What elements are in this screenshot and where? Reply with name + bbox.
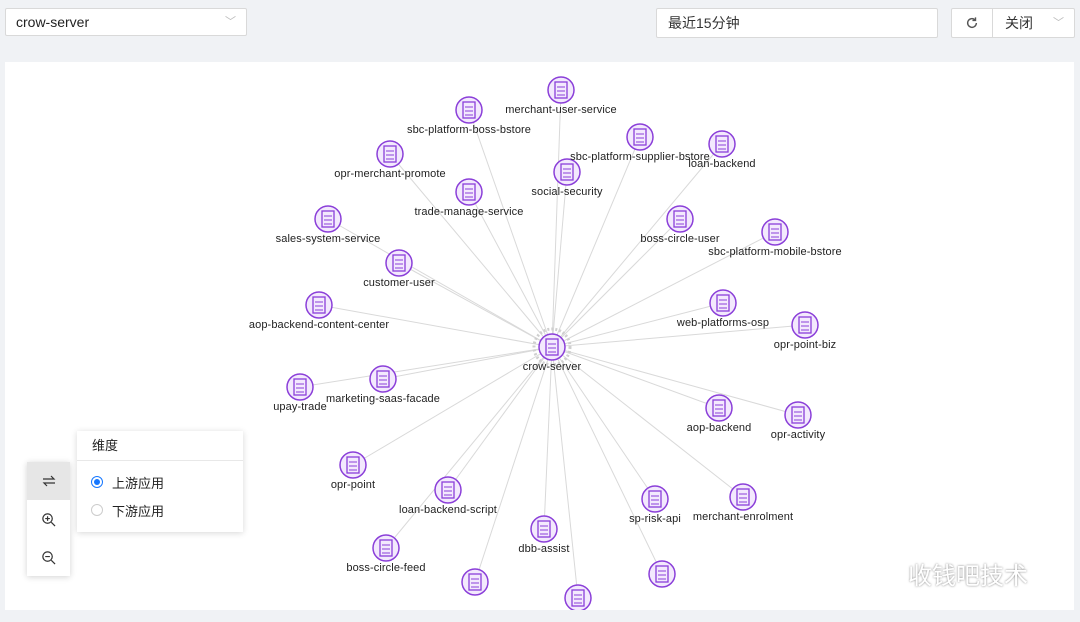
service-node-label: web-platforms-osp bbox=[676, 317, 770, 329]
graph-edge bbox=[551, 346, 799, 416]
service-node-icon[interactable] bbox=[369, 365, 397, 393]
service-node-label: customer-user bbox=[363, 277, 435, 289]
service-node-icon[interactable] bbox=[729, 483, 757, 511]
service-node-icon[interactable] bbox=[708, 130, 736, 158]
service-node-label: opr-point bbox=[330, 479, 376, 491]
dimension-panel: 维度 上游应用 下游应用 bbox=[77, 431, 243, 532]
service-node-icon[interactable] bbox=[530, 515, 558, 543]
service-node-icon[interactable] bbox=[461, 568, 489, 596]
downstream-option[interactable]: 下游应用 bbox=[91, 500, 164, 520]
zoom-out-icon bbox=[42, 550, 56, 564]
service-node-label: social-security bbox=[531, 186, 603, 198]
auto-refresh-select[interactable]: 关闭 ﹀ bbox=[992, 8, 1075, 38]
service-node-label: trade-manage-service bbox=[414, 206, 524, 218]
upstream-option[interactable]: 上游应用 bbox=[91, 472, 164, 492]
service-node-label: opr-activity bbox=[770, 429, 826, 441]
service-select-value: crow-server bbox=[16, 14, 90, 30]
service-node-label: upay-trade bbox=[273, 401, 327, 413]
upstream-radio[interactable] bbox=[91, 476, 103, 488]
refresh-button[interactable] bbox=[951, 8, 993, 38]
service-node-icon[interactable] bbox=[385, 249, 413, 277]
graph-edge bbox=[551, 171, 568, 348]
service-node-icon[interactable] bbox=[314, 205, 342, 233]
graph-edge bbox=[468, 109, 553, 348]
swap-icon bbox=[42, 475, 55, 487]
service-node-icon[interactable] bbox=[305, 291, 333, 319]
service-node-icon[interactable] bbox=[434, 476, 462, 504]
service-node-label: aop-backend-content-center bbox=[248, 319, 390, 331]
service-node-icon[interactable] bbox=[626, 123, 654, 151]
graph-edge bbox=[543, 346, 553, 530]
service-node-label: marketing-saas-facade bbox=[326, 393, 440, 405]
service-node-icon[interactable] bbox=[761, 218, 789, 246]
wechat-icon bbox=[864, 560, 899, 586]
chevron-down-icon: ﹀ bbox=[1053, 17, 1064, 29]
service-node-icon[interactable] bbox=[666, 205, 694, 233]
center-service-label: crow-server bbox=[522, 361, 582, 373]
dimension-title: 维度 bbox=[77, 431, 243, 461]
service-node-label: sbc-platform-boss-bstore bbox=[406, 124, 532, 136]
service-node-label: opr-point-biz bbox=[773, 339, 837, 351]
downstream-label: 下游应用 bbox=[112, 503, 165, 519]
chevron-down-icon: ﹀ bbox=[225, 16, 236, 28]
service-node-icon[interactable] bbox=[648, 560, 676, 588]
swap-button[interactable] bbox=[27, 462, 70, 500]
graph-edge bbox=[551, 89, 562, 348]
service-node-label: aop-backend bbox=[686, 422, 752, 434]
service-node-label: opr-merchant-promote bbox=[334, 168, 446, 180]
service-node-label: sp-risk-api bbox=[629, 513, 681, 525]
service-node-label: merchant-enrolment bbox=[692, 511, 794, 523]
service-node-label: merchant-user-service bbox=[505, 104, 617, 116]
zoom-in-button[interactable] bbox=[27, 500, 70, 538]
service-node-label: sbc-platform-mobile-bstore bbox=[708, 246, 842, 258]
time-range-picker[interactable]: 最近15分钟 bbox=[656, 8, 938, 38]
service-node-label: loan-backend-script bbox=[399, 504, 497, 516]
service-node-icon[interactable] bbox=[376, 140, 404, 168]
service-node-icon[interactable] bbox=[709, 289, 737, 317]
service-select[interactable]: crow-server ﹀ bbox=[5, 8, 247, 36]
graph-toolbar bbox=[27, 462, 70, 576]
service-node-icon[interactable] bbox=[455, 178, 483, 206]
service-node-icon[interactable] bbox=[784, 401, 812, 429]
zoom-out-button[interactable] bbox=[27, 538, 70, 576]
service-node-label: sales-system-service bbox=[275, 233, 381, 245]
upstream-label: 上游应用 bbox=[112, 475, 165, 491]
auto-refresh-value: 关闭 bbox=[1005, 15, 1033, 31]
service-node-label: boss-circle-user bbox=[640, 233, 720, 245]
service-node-label: loan-backend bbox=[688, 158, 756, 170]
service-node-icon[interactable] bbox=[547, 76, 575, 104]
watermark: 收钱吧技术 bbox=[862, 556, 1028, 591]
watermark-text: 收钱吧技术 bbox=[908, 563, 1028, 590]
time-range-value: 最近15分钟 bbox=[668, 15, 740, 31]
zoom-in-icon bbox=[42, 512, 56, 526]
graph-edge bbox=[299, 346, 553, 388]
service-node-icon[interactable] bbox=[791, 311, 819, 339]
graph-edge bbox=[385, 346, 553, 549]
graph-edge bbox=[551, 346, 579, 599]
service-node-icon[interactable] bbox=[286, 373, 314, 401]
service-node-icon[interactable] bbox=[705, 394, 733, 422]
service-node-icon[interactable] bbox=[339, 451, 367, 479]
refresh-icon bbox=[966, 17, 978, 29]
service-node-icon[interactable] bbox=[641, 485, 669, 513]
service-node-label: dbb-assist bbox=[518, 543, 570, 555]
service-node-icon[interactable] bbox=[372, 534, 400, 562]
service-node-label: boss-circle-feed bbox=[346, 562, 426, 574]
downstream-radio[interactable] bbox=[91, 504, 103, 516]
service-node-icon[interactable] bbox=[564, 584, 592, 610]
service-node-icon[interactable] bbox=[455, 96, 483, 124]
